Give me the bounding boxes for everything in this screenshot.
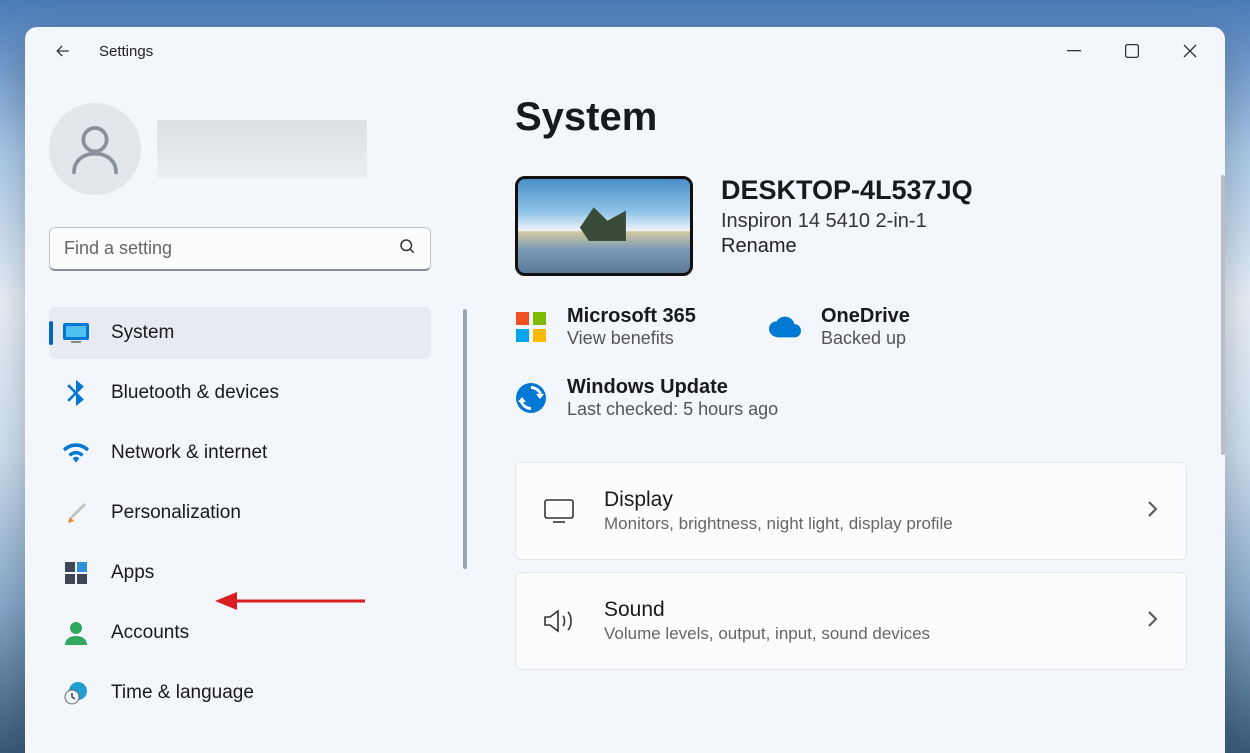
sidebar-item-label: Bluetooth & devices: [111, 382, 279, 404]
status-title: Windows Update: [567, 375, 778, 399]
device-model: Inspiron 14 5410 2-in-1: [721, 210, 973, 233]
settings-card-display[interactable]: Display Monitors, brightness, night ligh…: [515, 462, 1187, 560]
status-title: OneDrive: [821, 304, 910, 328]
device-info: DESKTOP-4L537JQ Inspiron 14 5410 2-in-1 …: [515, 176, 1187, 276]
card-title: Sound: [604, 598, 1116, 622]
close-icon: [1183, 44, 1197, 58]
wifi-icon: [63, 440, 89, 466]
device-name: DESKTOP-4L537JQ: [721, 176, 973, 206]
status-onedrive[interactable]: OneDrive Backed up: [769, 304, 989, 349]
monitor-icon: [63, 320, 89, 346]
arrow-left-icon: [53, 41, 73, 61]
chevron-right-icon: [1146, 500, 1158, 523]
window-controls: [1045, 29, 1219, 73]
status-title: Microsoft 365: [567, 304, 696, 328]
sidebar-item-label: Network & internet: [111, 442, 267, 464]
windows-update-icon: [515, 382, 547, 414]
settings-window: Settings: [25, 27, 1225, 753]
titlebar: Settings: [25, 27, 1225, 75]
settings-card-sound[interactable]: Sound Volume levels, output, input, soun…: [515, 572, 1187, 670]
sidebar-item-network[interactable]: Network & internet: [49, 427, 431, 479]
onedrive-icon: [769, 311, 801, 343]
settings-list: Display Monitors, brightness, night ligh…: [515, 462, 1187, 670]
page-title: System: [515, 95, 1187, 140]
paintbrush-icon: [63, 500, 89, 526]
minimize-button[interactable]: [1045, 29, 1103, 73]
globe-clock-icon: [63, 680, 89, 706]
status-sub: Backed up: [821, 328, 910, 349]
app-title: Settings: [99, 43, 153, 60]
device-wallpaper-thumb: [515, 176, 693, 276]
card-sub: Volume levels, output, input, sound devi…: [604, 624, 1116, 644]
card-sub: Monitors, brightness, night light, displ…: [604, 514, 1116, 534]
status-microsoft-365[interactable]: Microsoft 365 View benefits: [515, 304, 735, 349]
sidebar-item-accounts[interactable]: Accounts: [49, 607, 431, 659]
bluetooth-icon: [63, 380, 89, 406]
close-button[interactable]: [1161, 29, 1219, 73]
content-scrollbar[interactable]: [1221, 175, 1225, 455]
chevron-right-icon: [1146, 610, 1158, 633]
search-box[interactable]: [49, 227, 431, 271]
person-icon: [67, 121, 123, 177]
accounts-icon: [63, 620, 89, 646]
sidebar: System Bluetooth & devices Network & int…: [25, 75, 455, 753]
sidebar-item-system[interactable]: System: [49, 307, 431, 359]
back-button[interactable]: [45, 33, 81, 69]
search-input[interactable]: [64, 238, 398, 259]
sidebar-item-apps[interactable]: Apps: [49, 547, 431, 599]
rename-link[interactable]: Rename: [721, 235, 973, 258]
microsoft-365-icon: [515, 311, 547, 343]
sidebar-item-label: Personalization: [111, 502, 241, 524]
sidebar-item-label: System: [111, 322, 174, 344]
sidebar-item-label: Apps: [111, 562, 154, 584]
sound-icon: [544, 608, 574, 634]
status-windows-update[interactable]: Windows Update Last checked: 5 hours ago: [515, 375, 1187, 420]
status-sub: Last checked: 5 hours ago: [567, 399, 778, 420]
status-sub: View benefits: [567, 328, 696, 349]
sidebar-item-personalization[interactable]: Personalization: [49, 487, 431, 539]
user-row[interactable]: [49, 103, 431, 195]
search-icon: [398, 237, 416, 260]
device-text: DESKTOP-4L537JQ Inspiron 14 5410 2-in-1 …: [721, 176, 973, 258]
sidebar-item-label: Accounts: [111, 622, 189, 644]
content-pane: System DESKTOP-4L537JQ Inspiron 14 5410 …: [455, 75, 1225, 753]
user-name-redacted: [157, 120, 367, 178]
apps-icon: [63, 560, 89, 586]
card-title: Display: [604, 488, 1116, 512]
app-body: System Bluetooth & devices Network & int…: [25, 75, 1225, 753]
maximize-button[interactable]: [1103, 29, 1161, 73]
sidebar-item-bluetooth[interactable]: Bluetooth & devices: [49, 367, 431, 419]
display-icon: [544, 499, 574, 523]
sidebar-item-time-language[interactable]: Time & language: [49, 667, 431, 719]
sidebar-item-label: Time & language: [111, 682, 254, 704]
maximize-icon: [1125, 44, 1139, 58]
sidebar-nav: System Bluetooth & devices Network & int…: [49, 307, 431, 727]
status-cards: Microsoft 365 View benefits OneDrive Bac…: [515, 304, 1187, 420]
minimize-icon: [1067, 44, 1081, 58]
avatar: [49, 103, 141, 195]
